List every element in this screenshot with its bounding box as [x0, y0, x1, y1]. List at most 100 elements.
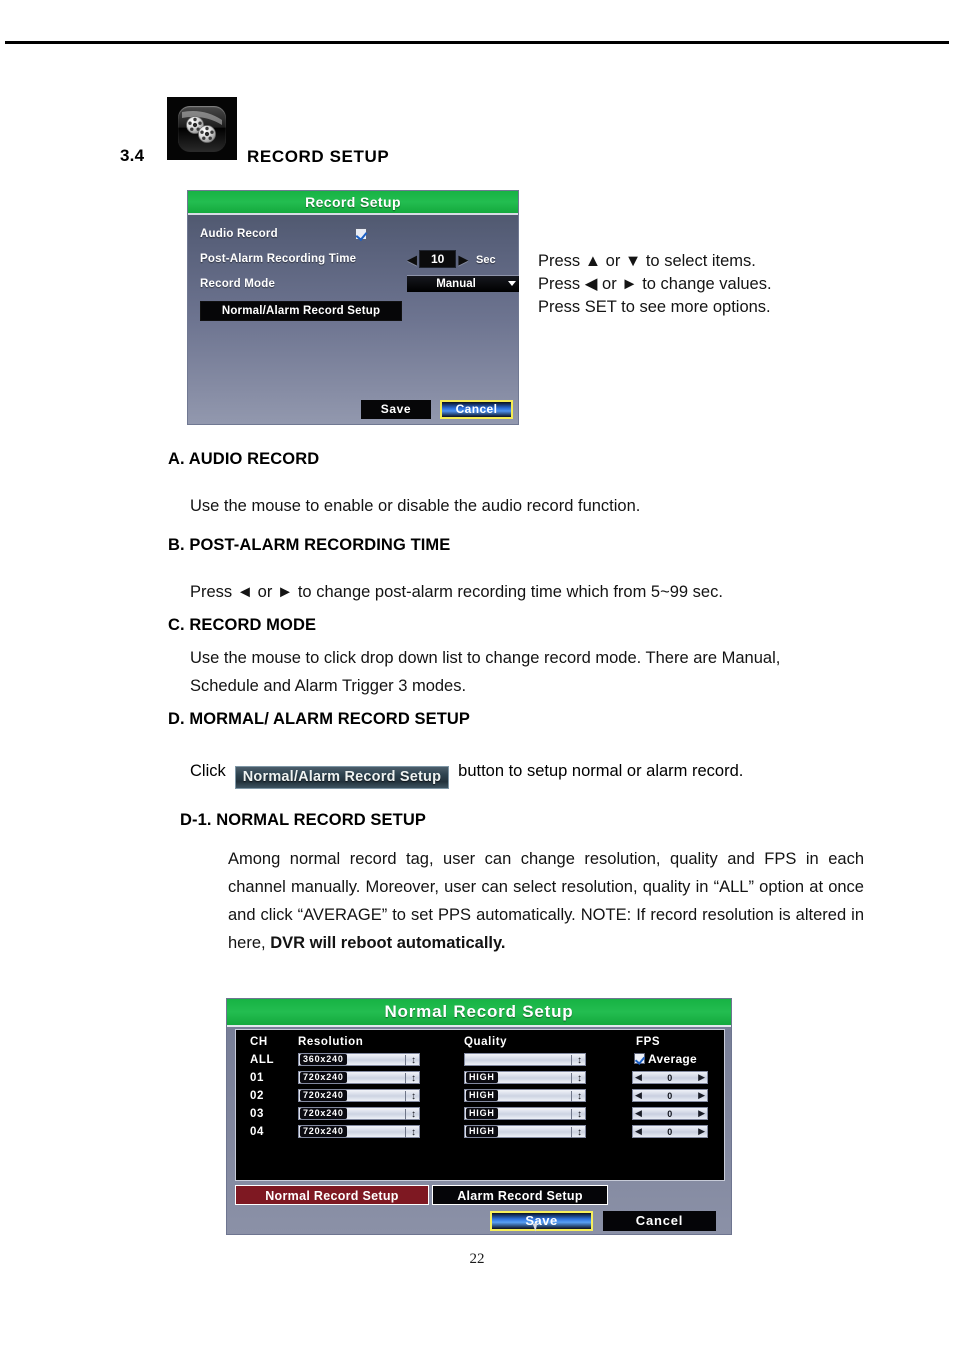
resolution-combo[interactable]: 720x240 ↕	[298, 1125, 420, 1138]
average-checkbox[interactable]	[634, 1053, 645, 1064]
paragraph-d1: Among normal record tag, user can change…	[228, 845, 864, 957]
fps-right-arrow-icon[interactable]: ▶	[698, 1108, 705, 1119]
instruction-line-2: Press ◀ or ► to change values.	[538, 275, 772, 293]
record-setup-dialog-body: Audio Record Post-Alarm Recording Time ◀…	[188, 215, 519, 426]
tab-alarm-record-setup[interactable]: Alarm Record Setup	[432, 1185, 608, 1205]
heading-c-record-mode: C. RECORD MODE	[168, 616, 317, 634]
fps-right-arrow-icon[interactable]: ▶	[698, 1126, 705, 1137]
post-alarm-stepper[interactable]: ◀ 10 ▶	[407, 250, 468, 268]
fps-stepper[interactable]: ◀ 0 ▶	[632, 1107, 708, 1120]
audio-record-label: Audio Record	[200, 228, 278, 240]
section-number: 3.4	[120, 146, 145, 165]
paragraph-d: Click Normal/Alarm Record Setup button to …	[190, 762, 743, 789]
resolution-value: 360x240	[300, 1054, 347, 1065]
spinner-icon[interactable]: ↕	[577, 1090, 582, 1103]
quality-combo[interactable]: HIGH ↕	[464, 1089, 586, 1102]
page-title: RECORD SETUP	[247, 147, 390, 166]
average-label: Average	[648, 1052, 698, 1066]
normal-record-setup-dialog: Normal Record Setup CH Resolution Qualit…	[226, 998, 732, 1235]
combo-divider	[405, 1109, 406, 1120]
normal-record-cancel-button[interactable]: Cancel	[603, 1211, 716, 1231]
record-setup-save-button[interactable]: Save	[361, 400, 431, 419]
spinner-icon[interactable]: ↕	[411, 1072, 416, 1085]
instruction-line-3: Press SET to see more options.	[538, 298, 771, 316]
resolution-combo[interactable]: 720x240 ↕	[298, 1089, 420, 1102]
spinner-icon[interactable]: ↕	[577, 1108, 582, 1121]
record-setup-cancel-button[interactable]: Cancel	[440, 400, 513, 419]
resolution-value: 720x240	[300, 1072, 347, 1083]
spinner-icon[interactable]: ↕	[411, 1090, 416, 1103]
combo-divider	[405, 1055, 406, 1066]
record-mode-label: Record Mode	[200, 278, 276, 290]
combo-divider	[405, 1091, 406, 1102]
resolution-combo[interactable]: 360x240 ↕	[298, 1053, 420, 1066]
keypad-instructions: Press ▲ or ▼ to select items. Press ◀ or…	[538, 250, 772, 319]
page-number: 22	[469, 1251, 485, 1267]
quality-value: HIGH	[466, 1126, 498, 1137]
normal-alarm-record-setup-chip[interactable]: Normal/Alarm Record Setup	[234, 766, 450, 789]
fps-stepper[interactable]: ◀ 0 ▶	[632, 1071, 708, 1084]
combo-divider	[405, 1073, 406, 1084]
record-mode-value: Manual	[436, 278, 476, 290]
fps-left-arrow-icon[interactable]: ◀	[635, 1090, 642, 1101]
quality-combo[interactable]: ↕	[464, 1053, 586, 1066]
heading-b-post-alarm: B. POST-ALARM RECORDING TIME	[168, 536, 451, 554]
fps-stepper[interactable]: ◀ 0 ▶	[632, 1125, 708, 1138]
normal-alarm-record-setup-button[interactable]: Normal/Alarm Record Setup	[200, 301, 402, 321]
column-header-fps: FPS	[636, 1036, 661, 1048]
heading-a-audio-record: A. AUDIO RECORD	[168, 450, 320, 468]
row-label-ch: 03	[250, 1108, 264, 1120]
quality-combo[interactable]: HIGH ↕	[464, 1071, 586, 1084]
paragraph-d1-bold: DVR will reboot automatically.	[270, 934, 506, 952]
quality-value: HIGH	[466, 1108, 498, 1119]
fps-left-arrow-icon[interactable]: ◀	[635, 1126, 642, 1137]
fps-value: 0	[667, 1108, 673, 1119]
combo-divider	[571, 1091, 572, 1102]
fps-value: 0	[667, 1072, 673, 1083]
column-header-ch: CH	[250, 1036, 268, 1048]
audio-record-checkbox[interactable]	[355, 228, 367, 240]
post-alarm-unit: Sec	[476, 254, 496, 266]
fps-right-arrow-icon[interactable]: ▶	[698, 1090, 705, 1101]
combo-divider	[571, 1073, 572, 1084]
click-suffix-text: button to setup normal or alarm record.	[458, 762, 744, 780]
normal-record-setup-dialog-title: Normal Record Setup	[227, 999, 731, 1027]
resolution-combo[interactable]: 720x240 ↕	[298, 1071, 420, 1084]
fps-stepper[interactable]: ◀ 0 ▶	[632, 1089, 708, 1102]
fps-left-arrow-icon[interactable]: ◀	[635, 1108, 642, 1119]
post-alarm-left-arrow-icon[interactable]: ◀	[407, 253, 417, 266]
fps-right-arrow-icon[interactable]: ▶	[698, 1072, 705, 1083]
combo-divider	[571, 1109, 572, 1120]
normal-record-save-button[interactable]: Save	[490, 1211, 593, 1231]
record-setup-dialog: Record Setup Audio Record Post-Alarm Rec…	[187, 190, 519, 425]
paragraph-b: Press ◄ or ► to change post-alarm record…	[190, 583, 723, 601]
post-alarm-right-arrow-icon[interactable]: ▶	[458, 253, 468, 266]
spinner-icon[interactable]: ↕	[577, 1054, 582, 1067]
resolution-combo[interactable]: 720x240 ↕	[298, 1107, 420, 1120]
spinner-icon[interactable]: ↕	[411, 1108, 416, 1121]
column-header-quality: Quality	[464, 1036, 508, 1048]
post-alarm-value[interactable]: 10	[419, 250, 457, 268]
combo-divider	[571, 1055, 572, 1066]
record-mode-dropdown[interactable]: Manual	[407, 275, 519, 292]
spinner-icon[interactable]: ↕	[577, 1072, 582, 1085]
record-setup-dialog-title: Record Setup	[188, 191, 518, 215]
quality-combo[interactable]: HIGH ↕	[464, 1107, 586, 1120]
spinner-icon[interactable]: ↕	[411, 1126, 416, 1139]
fps-left-arrow-icon[interactable]: ◀	[635, 1072, 642, 1083]
heading-d1-normal-record-setup: D-1. NORMAL RECORD SETUP	[180, 811, 426, 829]
fps-value: 0	[667, 1090, 673, 1101]
tab-normal-record-setup[interactable]: Normal Record Setup	[235, 1185, 429, 1205]
quality-value: HIGH	[466, 1072, 498, 1083]
fps-value: 0	[667, 1126, 673, 1137]
paragraph-c: Use the mouse to click drop down list to…	[190, 649, 781, 695]
combo-divider	[571, 1127, 572, 1138]
column-header-resolution: Resolution	[298, 1036, 364, 1048]
quality-combo[interactable]: HIGH ↕	[464, 1125, 586, 1138]
click-prefix-text: Click	[190, 762, 226, 780]
spinner-icon[interactable]: ↕	[577, 1126, 582, 1139]
heading-d-normal-alarm-record-setup: D. MORMAL/ ALARM RECORD SETUP	[168, 710, 471, 728]
chevron-down-icon	[508, 281, 516, 286]
spinner-icon[interactable]: ↕	[411, 1054, 416, 1067]
resolution-value: 720x240	[300, 1090, 347, 1101]
